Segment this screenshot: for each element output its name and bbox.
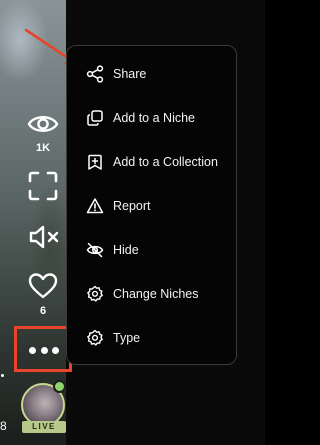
likes-count: 6 bbox=[39, 305, 47, 317]
menu-item-label: Add to a Collection bbox=[113, 155, 218, 169]
menu-item-label: Type bbox=[113, 331, 141, 345]
screen: 1K 6 LIVE 8 Share Add to a Niche Add to … bbox=[0, 0, 265, 445]
share-icon bbox=[85, 64, 105, 84]
warning-icon bbox=[85, 196, 105, 216]
views-count: 1K bbox=[35, 142, 51, 154]
menu-item-label: Add to a Niche bbox=[113, 111, 195, 125]
bookmark-plus-icon bbox=[85, 152, 105, 172]
more-dot bbox=[40, 347, 48, 354]
menu-item-type[interactable]: Type bbox=[85, 326, 140, 350]
edge-dot bbox=[1, 374, 4, 377]
more-dot bbox=[29, 347, 36, 354]
menu-item-label: Hide bbox=[113, 243, 139, 257]
menu-item-add-to-niche[interactable]: Add to a Niche bbox=[85, 106, 195, 130]
menu-item-report[interactable]: Report bbox=[85, 194, 151, 218]
copy-stack-icon bbox=[85, 108, 105, 128]
menu-item-label: Report bbox=[113, 199, 151, 213]
menu-item-share[interactable]: Share bbox=[85, 62, 146, 86]
more-dot bbox=[52, 347, 59, 354]
gear-icon bbox=[85, 284, 105, 304]
views-button[interactable] bbox=[27, 110, 59, 138]
online-indicator bbox=[53, 380, 66, 393]
mute-button[interactable] bbox=[27, 222, 61, 252]
menu-item-label: Share bbox=[113, 67, 147, 81]
speaker-muted-icon bbox=[29, 225, 59, 249]
menu-item-label: Change Niches bbox=[113, 287, 199, 301]
heart-icon bbox=[28, 273, 58, 299]
menu-item-hide[interactable]: Hide bbox=[85, 238, 139, 262]
more-options-button[interactable] bbox=[29, 347, 59, 355]
fullscreen-button[interactable] bbox=[27, 170, 59, 202]
options-menu: Share Add to a Niche Add to a Collection bbox=[66, 45, 237, 365]
gear-icon bbox=[85, 328, 105, 348]
eye-off-icon bbox=[85, 240, 105, 260]
like-button[interactable] bbox=[27, 271, 59, 301]
menu-item-change-niches[interactable]: Change Niches bbox=[85, 282, 198, 306]
edge-number: 8 bbox=[0, 419, 7, 433]
scan-frame-icon bbox=[28, 171, 58, 201]
menu-item-add-to-collection[interactable]: Add to a Collection bbox=[85, 150, 218, 174]
live-badge: LIVE bbox=[22, 421, 66, 433]
eye-icon bbox=[27, 116, 59, 132]
